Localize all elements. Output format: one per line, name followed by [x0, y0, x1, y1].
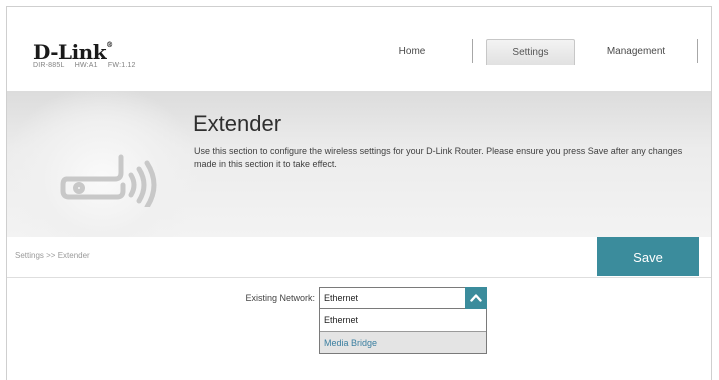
existing-network-value: Ethernet [324, 293, 359, 303]
chevron-up-icon[interactable] [465, 287, 487, 309]
page-banner: Extender Use this section to configure t… [7, 91, 711, 237]
breadcrumb-bar: Settings >> Extender Save [7, 237, 711, 278]
nav-divider [697, 39, 698, 63]
nav-management[interactable]: Management [595, 39, 677, 65]
hw-label: HW:A1 [74, 62, 98, 69]
fw-label: FW:1.12 [107, 62, 136, 69]
dlink-logo: D-Link® [33, 40, 113, 64]
nav-home[interactable]: Home [382, 39, 442, 65]
page-title: Extender [193, 111, 282, 136]
main-frame: D-Link® DIR-885L HW:A1 FW:1.12 Home Sett… [6, 6, 712, 380]
breadcrumb: Settings >> Extender [15, 251, 90, 260]
nav-divider [472, 39, 473, 63]
option-ethernet[interactable]: Ethernet [320, 309, 486, 331]
router-wireless-icon [60, 154, 157, 207]
device-info: DIR-885L HW:A1 FW:1.12 [33, 62, 144, 69]
model-label: DIR-885L [33, 62, 65, 69]
nav-settings[interactable]: Settings [486, 39, 575, 65]
page-description: Use this section to configure the wirele… [194, 146, 683, 169]
existing-network-label: Existing Network: [245, 293, 315, 303]
existing-network-select[interactable]: Ethernet [319, 287, 487, 309]
save-button[interactable]: Save [597, 237, 699, 276]
option-media-bridge[interactable]: Media Bridge [320, 331, 486, 353]
existing-network-dropdown: Ethernet Media Bridge [319, 309, 487, 354]
